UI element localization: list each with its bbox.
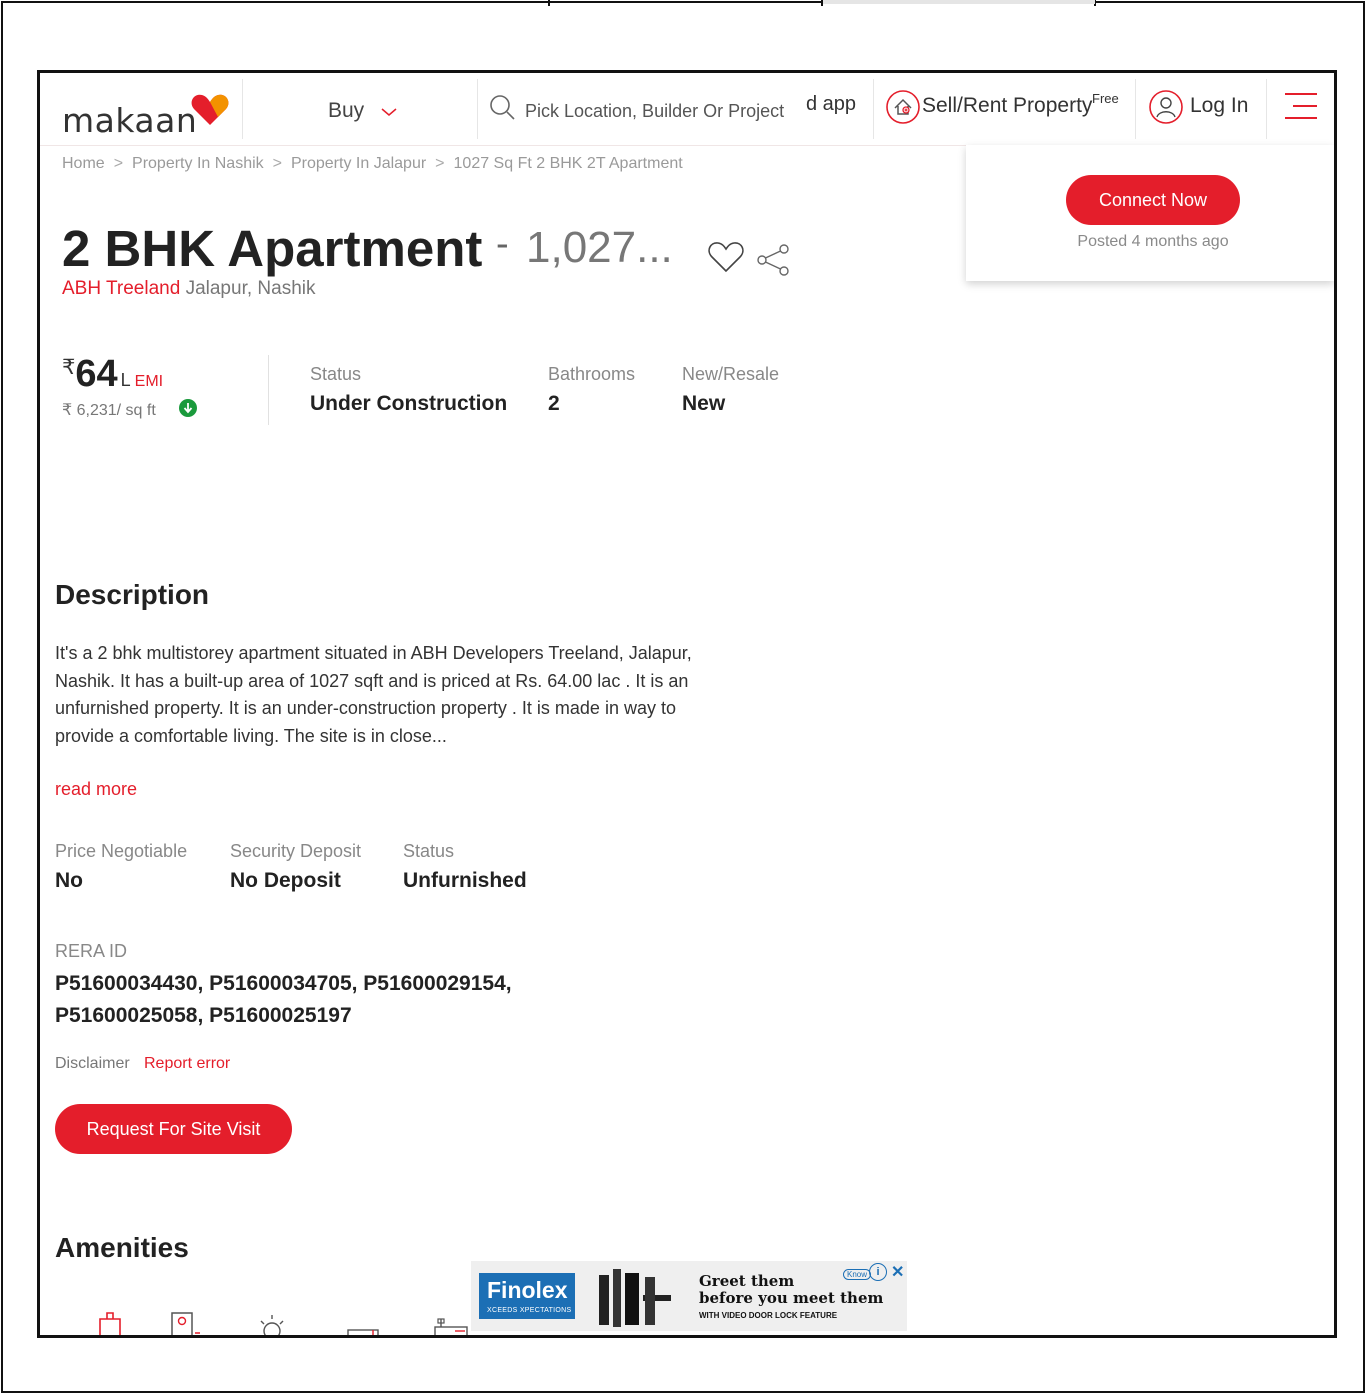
ad-info-icon[interactable]: i	[869, 1263, 887, 1281]
spec-label-new-resale: New/Resale	[682, 364, 780, 384]
connect-panel: Connect Now Posted 4 months ago	[966, 145, 1334, 281]
detail-label-furnishing-status: Status	[403, 841, 455, 861]
connect-now-button[interactable]: Connect Now	[1066, 175, 1240, 225]
gym-icon	[434, 1318, 468, 1335]
read-more-link[interactable]: read more	[55, 779, 137, 800]
sell-home-icon[interactable]	[885, 89, 921, 125]
rera-ids: P51600034430, P51600034705, P51600029154…	[55, 972, 512, 1027]
price-value: 64	[75, 353, 118, 395]
lift-icon	[99, 1312, 121, 1335]
hamburger-menu-icon[interactable]	[1283, 91, 1319, 121]
posted-time: Posted 4 months ago	[1077, 233, 1229, 250]
detail-label-security-deposit: Security Deposit	[230, 841, 362, 861]
breadcrumb-separator: >	[435, 155, 445, 172]
security-icon	[171, 1312, 200, 1335]
advertisement-banner[interactable]: Finolex XCEEDS XPECTATIONS Greet them be…	[471, 1261, 907, 1331]
rupee-symbol: ₹	[62, 356, 76, 379]
title-area: 1,027...	[526, 223, 673, 272]
download-app-link[interactable]: d app	[806, 93, 856, 116]
detail-value-price-negotiable: No	[55, 869, 83, 892]
breadcrumb-jalapur[interactable]: Property In Jalapur	[291, 155, 426, 172]
breadcrumb-home[interactable]: Home	[62, 155, 105, 172]
power-backup-icon	[260, 1315, 284, 1335]
heart-icon[interactable]	[706, 239, 746, 275]
amenities-heading: Amenities	[55, 1232, 189, 1263]
share-icon[interactable]	[756, 243, 790, 277]
rera-label: RERA ID	[55, 941, 128, 961]
ad-subline: WITH VIDEO DOOR LOCK FEATURE	[699, 1311, 838, 1320]
table-divider	[548, 0, 550, 6]
spec-label-status: Status	[310, 364, 362, 384]
detail-value-furnishing-status: Unfurnished	[403, 869, 527, 892]
detail-value-security-deposit: No Deposit	[230, 869, 341, 892]
locality[interactable]: Jalapur,	[186, 278, 253, 299]
breadcrumb-separator: >	[113, 155, 124, 172]
ad-headline-line2: before you meet them	[699, 1289, 884, 1307]
breadcrumb-nashik[interactable]: Property In Nashik	[132, 155, 264, 172]
parking-icon	[347, 1329, 379, 1335]
header-divider	[1135, 79, 1136, 139]
ad-close-icon[interactable]: ✕	[891, 1262, 904, 1282]
detail-label-price-negotiable: Price Negotiable	[55, 841, 188, 861]
spec-label-bathrooms: Bathrooms	[548, 364, 636, 384]
free-tag: Free	[1092, 91, 1119, 106]
description-heading: Description	[55, 579, 210, 610]
request-site-visit-button[interactable]: Request For Site Visit	[55, 1104, 292, 1154]
browser-screenshot: makaan Buy d app Sell/Rent Property Free	[37, 70, 1337, 1338]
header-divider	[242, 79, 243, 139]
breadcrumb-separator: >	[272, 155, 282, 172]
project-location: ABH Treeland Jalapur, Nashik	[62, 278, 315, 300]
door-lock-image	[599, 1269, 671, 1327]
description-text: It's a 2 bhk multistorey apartment situa…	[55, 643, 692, 746]
price: ₹64 L EMI	[62, 353, 163, 396]
header-divider	[477, 79, 478, 139]
disclaimer-link[interactable]: Disclaimer	[55, 1055, 130, 1073]
spec-value-status: Under Construction	[310, 392, 508, 415]
price-unit: L	[120, 370, 131, 390]
makaan-logo[interactable]: makaan	[62, 101, 197, 140]
spec-value-new-resale: New	[682, 392, 726, 415]
spec-value-bathrooms: 2	[548, 392, 560, 415]
header-divider	[1266, 79, 1267, 139]
ad-brand-tagline: XCEEDS XPECTATIONS	[487, 1307, 572, 1314]
page-title: 2 BHK Apartment	[62, 220, 483, 277]
ad-brand-logo: Finolex XCEEDS XPECTATIONS	[479, 1273, 575, 1319]
emi-link[interactable]: EMI	[135, 373, 163, 390]
logo-heart-icon	[191, 94, 229, 125]
price-divider	[268, 355, 269, 425]
project-link[interactable]: ABH Treeland	[62, 278, 180, 299]
ad-brand-name: Finolex	[487, 1277, 568, 1303]
price-down-icon[interactable]	[178, 398, 198, 418]
user-icon[interactable]	[1148, 89, 1184, 125]
login-link[interactable]: Log In	[1190, 94, 1248, 118]
breadcrumb: Home > Property In Nashik > Property In Jala…	[62, 155, 683, 173]
buy-dropdown-label[interactable]: Buy	[328, 99, 364, 123]
breadcrumb-current: 1027 Sq Ft 2 BHK 2T Apartment	[453, 155, 683, 172]
chevron-down-icon[interactable]	[380, 107, 398, 117]
sell-rent-property-link[interactable]: Sell/Rent Property	[922, 94, 1092, 118]
report-error-link[interactable]: Report error	[144, 1055, 230, 1073]
search-input[interactable]	[523, 95, 807, 127]
city[interactable]: Nashik	[257, 278, 315, 299]
ad-know-more-button[interactable]: Know	[843, 1269, 872, 1280]
title-dash: -	[496, 223, 509, 265]
price-per-sqft: ₹ 6,231/ sq ft	[62, 402, 156, 419]
header-divider	[873, 79, 874, 139]
site-header: makaan Buy d app Sell/Rent Property Free	[40, 73, 1334, 146]
table-cell-shade	[823, 0, 1095, 4]
search-icon	[490, 95, 515, 120]
